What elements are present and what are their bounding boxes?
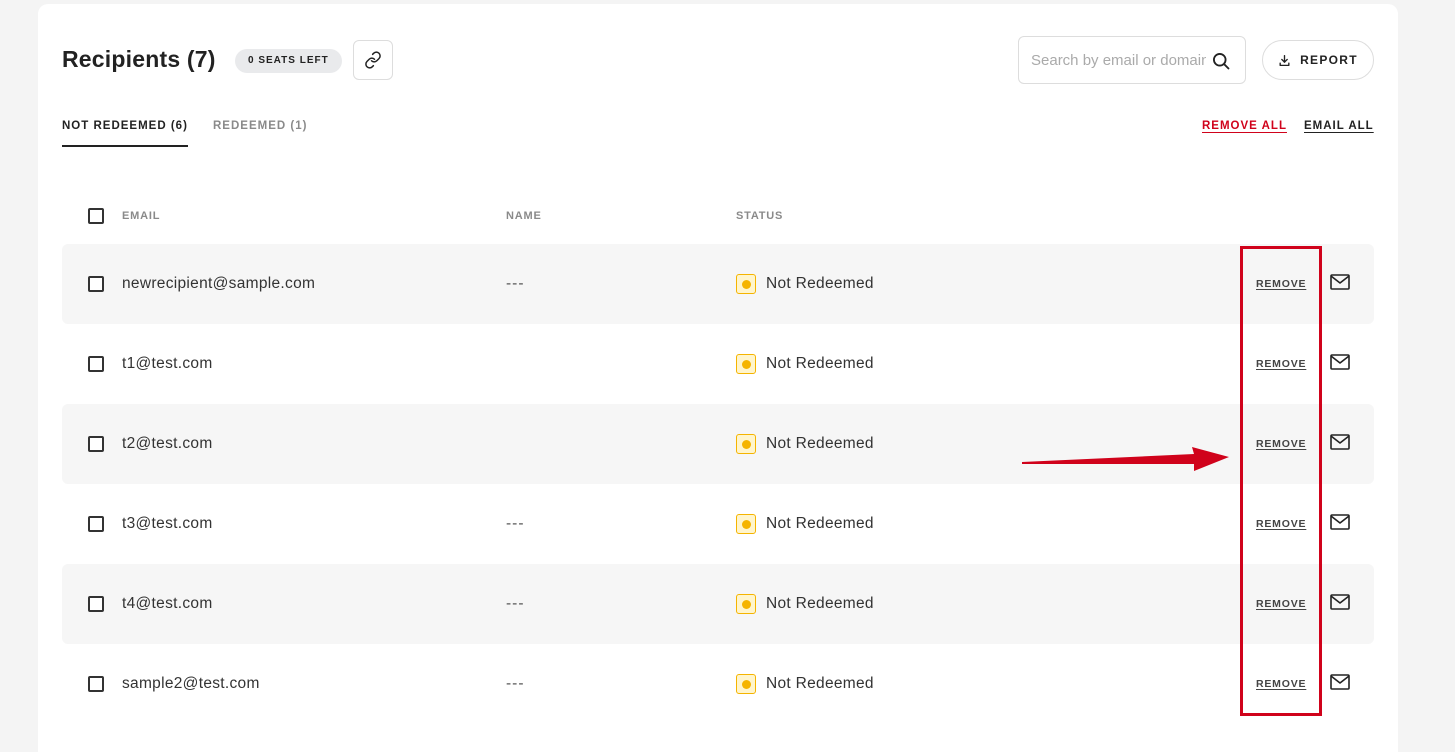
recipient-email: t2@test.com bbox=[122, 435, 213, 452]
copy-link-button[interactable] bbox=[353, 40, 393, 80]
status-indicator-icon bbox=[736, 674, 756, 694]
search-box[interactable] bbox=[1018, 36, 1246, 84]
row-checkbox[interactable] bbox=[88, 276, 104, 292]
recipient-email: newrecipient@sample.com bbox=[122, 275, 316, 292]
mail-icon[interactable] bbox=[1330, 594, 1350, 610]
tab-redeemed[interactable]: REDEEMED (1) bbox=[213, 120, 307, 145]
mail-icon[interactable] bbox=[1330, 674, 1350, 690]
row-checkbox[interactable] bbox=[88, 596, 104, 612]
column-header-status: STATUS bbox=[736, 210, 784, 222]
report-button[interactable]: REPORT bbox=[1262, 40, 1374, 80]
select-all-checkbox[interactable] bbox=[88, 208, 104, 224]
recipient-status: Not Redeemed bbox=[766, 675, 874, 692]
recipient-name: --- bbox=[506, 675, 525, 692]
recipient-status: Not Redeemed bbox=[766, 435, 874, 452]
table-row: t4@test.com --- Not Redeemed REMOVE bbox=[62, 564, 1374, 644]
recipient-status: Not Redeemed bbox=[766, 275, 874, 292]
link-icon bbox=[365, 51, 381, 69]
status-indicator-icon bbox=[736, 274, 756, 294]
page-title: Recipients (7) bbox=[62, 46, 216, 72]
search-icon[interactable] bbox=[1211, 51, 1231, 71]
search-input[interactable] bbox=[1031, 51, 1206, 69]
annotation-arrow bbox=[1022, 447, 1229, 471]
download-icon bbox=[1279, 54, 1290, 66]
column-header-email: EMAIL bbox=[122, 210, 161, 222]
recipient-status: Not Redeemed bbox=[766, 355, 874, 372]
recipient-status: Not Redeemed bbox=[766, 515, 874, 532]
recipient-email: t3@test.com bbox=[122, 515, 213, 532]
remove-all-link[interactable]: REMOVE ALL bbox=[1202, 120, 1287, 132]
mail-icon[interactable] bbox=[1330, 514, 1350, 530]
row-checkbox[interactable] bbox=[88, 356, 104, 372]
row-checkbox[interactable] bbox=[88, 436, 104, 452]
recipient-email: t4@test.com bbox=[122, 595, 213, 612]
status-indicator-icon bbox=[736, 434, 756, 454]
email-all-link[interactable]: EMAIL ALL bbox=[1304, 120, 1374, 132]
mail-icon[interactable] bbox=[1330, 354, 1350, 370]
mail-icon[interactable] bbox=[1330, 274, 1350, 290]
recipient-email: t1@test.com bbox=[122, 355, 213, 372]
recipient-status: Not Redeemed bbox=[766, 595, 874, 612]
seats-left-badge: 0 SEATS LEFT bbox=[235, 49, 342, 73]
table-row: sample2@test.com --- Not Redeemed REMOVE bbox=[62, 644, 1374, 724]
recipient-name: --- bbox=[506, 515, 525, 532]
recipients-card: Recipients (7) 0 SEATS LEFT REPORT NOT R… bbox=[38, 4, 1398, 752]
status-indicator-icon bbox=[736, 354, 756, 374]
status-indicator-icon bbox=[736, 594, 756, 614]
table-row: newrecipient@sample.com --- Not Redeemed… bbox=[62, 244, 1374, 324]
annotation-highlight-box bbox=[1240, 246, 1322, 716]
status-indicator-icon bbox=[736, 514, 756, 534]
column-header-name: NAME bbox=[506, 210, 542, 222]
table-row: t1@test.com Not Redeemed REMOVE bbox=[62, 324, 1374, 404]
report-label: REPORT bbox=[1300, 53, 1358, 67]
recipient-name: --- bbox=[506, 275, 525, 292]
recipient-email: sample2@test.com bbox=[122, 675, 260, 692]
mail-icon[interactable] bbox=[1330, 434, 1350, 450]
row-checkbox[interactable] bbox=[88, 516, 104, 532]
table-row: t3@test.com --- Not Redeemed REMOVE bbox=[62, 484, 1374, 564]
row-checkbox[interactable] bbox=[88, 676, 104, 692]
recipient-name: --- bbox=[506, 595, 525, 612]
tab-not-redeemed[interactable]: NOT REDEEMED (6) bbox=[62, 120, 188, 147]
